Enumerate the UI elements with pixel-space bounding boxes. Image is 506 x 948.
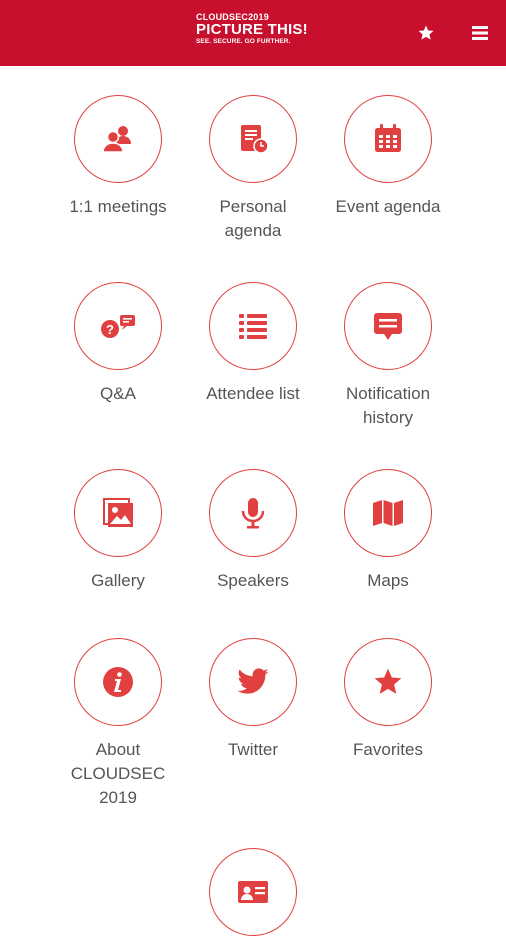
tile-label: Maps: [367, 571, 409, 590]
tile-circle: [344, 469, 432, 557]
qa-icon: ?: [101, 315, 135, 338]
tile-circle: [209, 95, 297, 183]
tile-label: 1:1 meetings: [69, 197, 167, 216]
tile-business-card[interactable]: [183, 848, 323, 948]
tile-personal-agenda[interactable]: Personal agenda: [183, 95, 323, 243]
users-icon: [102, 126, 131, 153]
info-icon: [103, 667, 133, 697]
tile-1-1-meetings[interactable]: 1:1 meetings: [48, 95, 188, 219]
star-icon: [374, 668, 402, 694]
tile-circle: ?: [74, 282, 162, 370]
tile-notification-history[interactable]: Notification history: [318, 282, 458, 430]
list-icon: [239, 314, 267, 339]
gallery-icon: [103, 498, 133, 527]
notification-icon: [374, 313, 402, 340]
star-icon: [418, 25, 434, 40]
calendar-icon: [375, 124, 401, 152]
tile-label: Favorites: [353, 740, 423, 759]
tile-label: Q&A: [100, 384, 136, 403]
tile-circle: [209, 282, 297, 370]
tile-label: Speakers: [217, 571, 289, 590]
tile-circle: [74, 95, 162, 183]
tile-label: Notification history: [345, 384, 431, 427]
tile-circle: [344, 95, 432, 183]
tile-twitter[interactable]: Twitter: [183, 638, 323, 762]
logo-main-text: PICTURE THIS!: [196, 21, 308, 38]
tile-label: Event agenda: [335, 197, 441, 216]
tile-label: Personal agenda: [219, 197, 287, 240]
tile-about[interactable]: About CLOUDSEC 2019: [48, 638, 188, 810]
map-icon: [373, 500, 403, 526]
favorites-button[interactable]: [411, 18, 441, 48]
tile-gallery[interactable]: Gallery: [48, 469, 188, 593]
tile-event-agenda[interactable]: Event agenda: [318, 95, 458, 219]
tile-label: Attendee list: [206, 384, 300, 403]
tile-circle: [74, 638, 162, 726]
tile-circle: [344, 638, 432, 726]
tile-circle: [74, 469, 162, 557]
menu-icon: [472, 26, 488, 40]
tile-maps[interactable]: Maps: [318, 469, 458, 593]
menu-button[interactable]: [465, 18, 495, 48]
personal-agenda-icon: [241, 125, 269, 154]
id-card-icon: [238, 881, 268, 903]
tile-circle: [209, 638, 297, 726]
app-logo: CLOUDSEC2019 PICTURE THIS! SEE. SECURE. …: [196, 12, 314, 54]
tile-circle: [209, 469, 297, 557]
microphone-icon: [241, 498, 265, 529]
tile-attendee-list[interactable]: Attendee list: [183, 282, 323, 406]
tile-circle: [209, 848, 297, 936]
tile-circle: [344, 282, 432, 370]
tile-favorites[interactable]: Favorites: [318, 638, 458, 762]
app-header: CLOUDSEC2019 PICTURE THIS! SEE. SECURE. …: [0, 0, 506, 66]
tile-label: Gallery: [91, 571, 145, 590]
tile-label: Twitter: [227, 740, 279, 759]
tile-speakers[interactable]: Speakers: [183, 469, 323, 593]
logo-tagline: SEE. SECURE. GO FURTHER.: [196, 38, 291, 45]
twitter-icon: [237, 668, 269, 694]
tile-label: About CLOUDSEC 2019: [70, 740, 166, 807]
svg-text:?: ?: [106, 322, 114, 337]
tile-qa[interactable]: ? Q&A: [48, 282, 188, 406]
